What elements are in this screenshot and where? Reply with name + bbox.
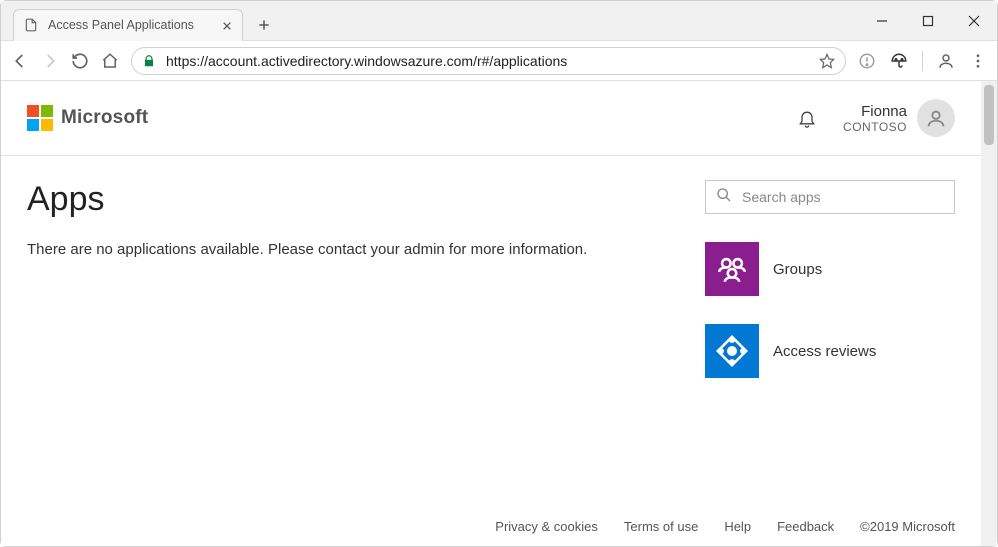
tab-title: Access Panel Applications: [48, 18, 194, 32]
lock-icon: [142, 54, 156, 68]
url-text: https://account.activedirectory.windowsa…: [166, 53, 567, 69]
search-input[interactable]: [742, 189, 944, 205]
microsoft-logo[interactable]: Microsoft: [27, 105, 148, 131]
separator: [922, 51, 923, 71]
tile-label: Access reviews: [773, 343, 876, 360]
more-menu-icon[interactable]: [969, 52, 987, 70]
search-box[interactable]: [705, 180, 955, 214]
window-titlebar: Access Panel Applications: [1, 1, 997, 41]
window-controls: [859, 1, 997, 41]
search-icon: [716, 187, 732, 208]
user-org: CONTOSO: [843, 120, 907, 134]
address-bar: https://account.activedirectory.windowsa…: [1, 41, 997, 81]
tile-access-reviews[interactable]: Access reviews: [705, 324, 955, 378]
window-minimize-button[interactable]: [859, 1, 905, 41]
footer-copyright: ©2019 Microsoft: [860, 519, 955, 534]
content-wrap: Microsoft Fionna CONTOSO: [1, 81, 997, 546]
forward-button[interactable]: [41, 52, 59, 70]
right-column: Groups Access reviews: [705, 180, 955, 501]
extension-icon[interactable]: [858, 52, 876, 70]
window-close-button[interactable]: [951, 1, 997, 41]
tab-close-icon[interactable]: [222, 20, 232, 30]
new-tab-button[interactable]: [251, 12, 277, 38]
user-menu[interactable]: Fionna CONTOSO: [843, 99, 955, 137]
diamond-icon: [705, 324, 759, 378]
page-content: Microsoft Fionna CONTOSO: [1, 81, 981, 546]
left-column: Apps There are no applications available…: [27, 180, 665, 501]
profile-icon[interactable]: [937, 52, 955, 70]
footer: Privacy & cookies Terms of use Help Feed…: [1, 511, 981, 546]
people-icon: [705, 242, 759, 296]
scrollbar[interactable]: [981, 81, 997, 546]
footer-help-link[interactable]: Help: [724, 519, 751, 534]
back-button[interactable]: [11, 52, 29, 70]
user-name: Fionna: [861, 103, 907, 120]
home-button[interactable]: [101, 52, 119, 70]
tile-label: Groups: [773, 261, 822, 278]
notifications-icon[interactable]: [797, 108, 817, 128]
url-field[interactable]: https://account.activedirectory.windowsa…: [131, 47, 846, 75]
footer-privacy-link[interactable]: Privacy & cookies: [495, 519, 598, 534]
bookmark-star-icon[interactable]: [819, 53, 835, 69]
page-title: Apps: [27, 180, 665, 219]
brand-header: Microsoft Fionna CONTOSO: [1, 81, 981, 156]
main-body: Apps There are no applications available…: [1, 156, 981, 511]
toolbar-right: [858, 51, 987, 71]
reload-button[interactable]: [71, 52, 89, 70]
window-maximize-button[interactable]: [905, 1, 951, 41]
page-icon: [24, 18, 38, 32]
scrollbar-thumb[interactable]: [984, 85, 994, 145]
brand-text: Microsoft: [61, 107, 148, 129]
footer-feedback-link[interactable]: Feedback: [777, 519, 834, 534]
tile-groups[interactable]: Groups: [705, 242, 955, 296]
umbrella-icon[interactable]: [890, 52, 908, 70]
empty-state-message: There are no applications available. Ple…: [27, 241, 665, 258]
avatar: [917, 99, 955, 137]
browser-tab[interactable]: Access Panel Applications: [13, 9, 243, 41]
footer-terms-link[interactable]: Terms of use: [624, 519, 698, 534]
ms-squares-icon: [27, 105, 53, 131]
